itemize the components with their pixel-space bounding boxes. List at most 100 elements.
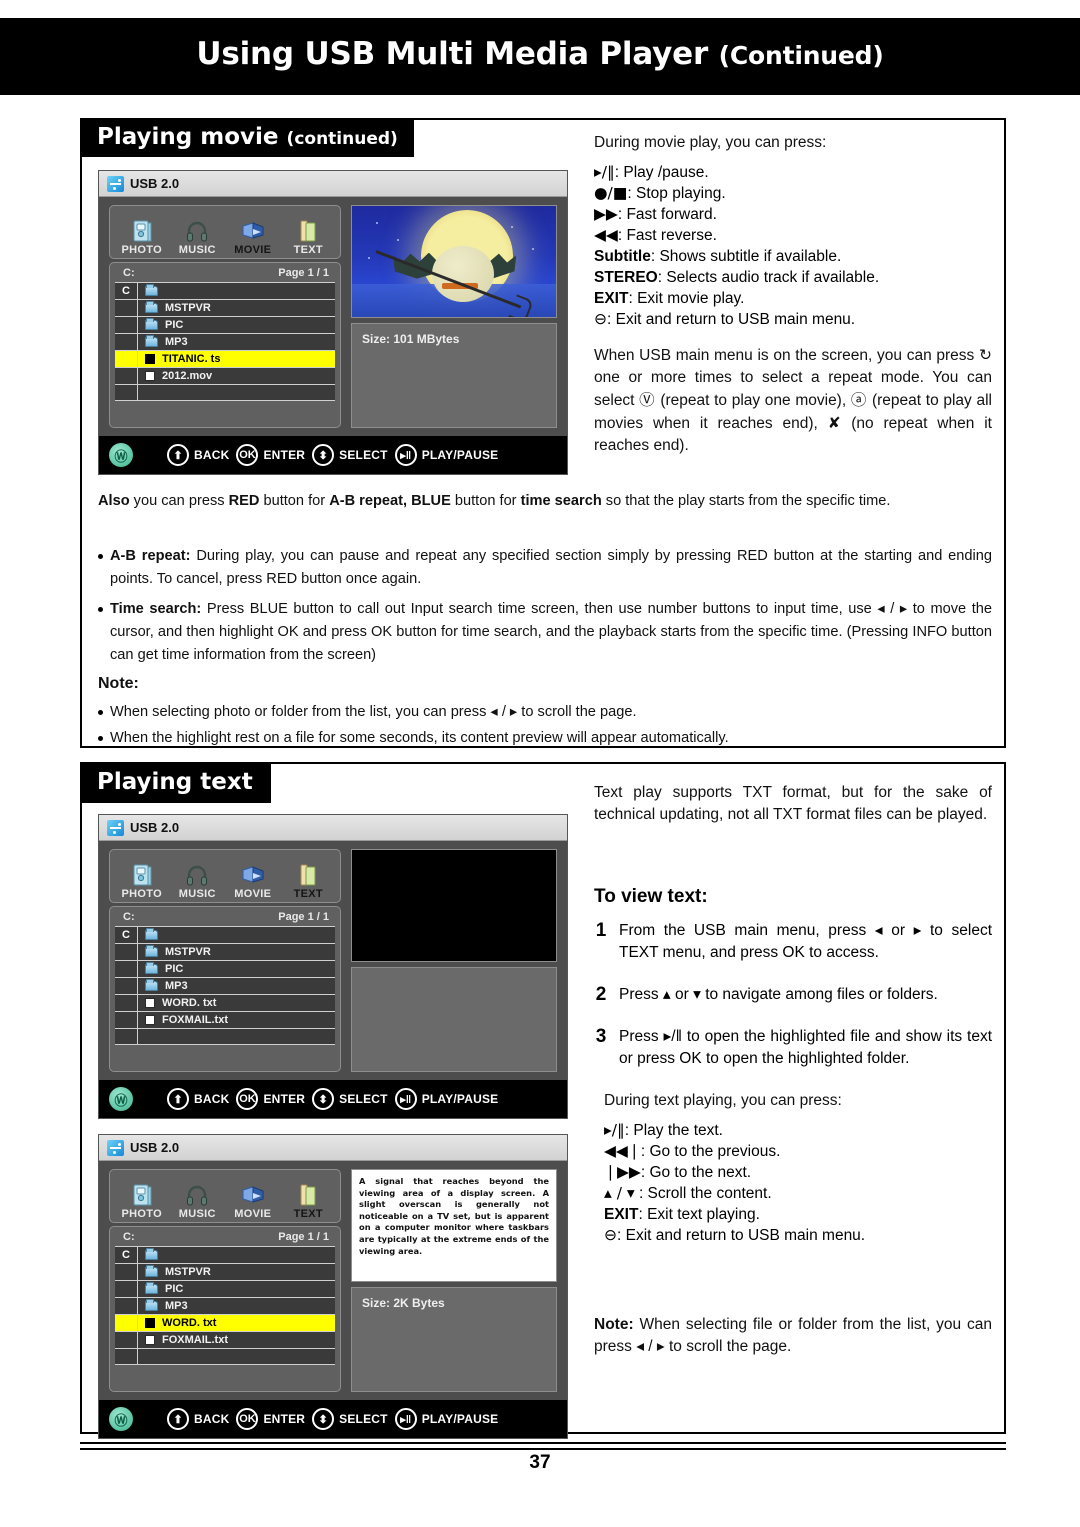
file-row[interactable]: C <box>115 1246 335 1263</box>
file-icon <box>145 1015 155 1025</box>
note-1-text: When selecting photo or folder from the … <box>110 704 637 720</box>
tab-music-label: MUSIC <box>178 244 216 256</box>
key-description: : Shows subtitle if available. <box>650 248 842 265</box>
repeat-all-icon: ⓐ <box>850 391 872 409</box>
file-row[interactable]: PIC <box>115 316 335 333</box>
file-row-name: PIC <box>138 317 335 333</box>
file-row-label: MSTPVR <box>165 946 211 958</box>
file-icon <box>145 354 155 364</box>
step-1-number: 1 <box>595 920 607 941</box>
media-tabstrip: PHOTO MUSIC MOVIE TEXT <box>109 1169 341 1223</box>
bullet-dot <box>98 607 103 612</box>
tab-photo[interactable]: PHOTO <box>115 216 169 256</box>
tab-text[interactable]: TEXT <box>281 860 335 900</box>
file-row[interactable]: MP3 <box>115 333 335 350</box>
key-legend-line: ⊖: Exit and return to USB main menu. <box>594 309 992 330</box>
file-row[interactable]: PIC <box>115 1280 335 1297</box>
key-legend-line: Subtitle: Shows subtitle if available. <box>594 246 992 267</box>
hint-enter: OK ENTER <box>236 444 305 466</box>
file-row-name: MP3 <box>138 1298 335 1314</box>
tab-text[interactable]: TEXT <box>281 1180 335 1220</box>
file-row[interactable]: C <box>115 282 335 299</box>
folder-icon <box>145 928 158 940</box>
file-row[interactable]: MSTPVR <box>115 1263 335 1280</box>
footer-rule-bottom <box>80 1448 1006 1450</box>
file-row[interactable]: C <box>115 926 335 943</box>
key-description: : Go to the previous. <box>640 1143 781 1160</box>
file-row[interactable]: MP3 <box>115 1297 335 1314</box>
file-list: C: Page 1 / 1 C MSTPVR PIC MP3 TITANIC. ts 20… <box>109 262 341 428</box>
key-glyph-icon: ❘▶▶ <box>604 1163 641 1181</box>
file-row-name: MSTPVR <box>138 1264 335 1280</box>
file-row[interactable]: WORD. txt <box>115 1314 335 1331</box>
hint-label: BACK <box>194 1412 230 1426</box>
file-row-drive-cell <box>115 944 138 960</box>
file-row-name: FOXMAIL.txt <box>138 1012 335 1028</box>
media-tabstrip: PHOTO MUSIC MOVIE TEXT <box>109 849 341 903</box>
file-row[interactable]: MSTPVR <box>115 943 335 960</box>
tv-footer-hints: Ⓦ ⬆ BACK OK ENTER ⬍ SELECT ▸‖ PLAY/PAUSE <box>99 1400 567 1438</box>
file-row-label: WORD. txt <box>162 997 217 1009</box>
file-row-name: FOXMAIL.txt <box>138 1332 335 1348</box>
file-row[interactable] <box>115 384 335 401</box>
file-row-label: MSTPVR <box>165 302 211 314</box>
file-row[interactable]: WORD. txt <box>115 994 335 1011</box>
section-playing-movie: Playing movie (continued) USB 2.0 PHOTO <box>80 118 1006 748</box>
file-row-name: WORD. txt <box>138 995 335 1011</box>
hint-list: ⬆ BACK OK ENTER ⬍ SELECT ▸‖ PLAY/PAUSE <box>167 444 498 466</box>
file-row[interactable]: FOXMAIL.txt <box>115 1011 335 1028</box>
text-content-preview: A signal that reaches beyond the viewing… <box>351 1169 557 1282</box>
tab-music[interactable]: MUSIC <box>170 216 224 256</box>
tab-movie[interactable]: MOVIE <box>226 216 280 256</box>
file-row-drive-cell <box>115 1281 138 1297</box>
file-row-name: TITANIC. ts <box>138 351 335 367</box>
tab-photo[interactable]: PHOTO <box>115 1180 169 1220</box>
key-name: EXIT <box>594 290 629 307</box>
brand-logo-icon: Ⓦ <box>109 1407 133 1431</box>
hint-glyph-icon: OK <box>236 1088 259 1110</box>
file-row[interactable]: TITANIC. ts <box>115 350 335 367</box>
tv-screenshot-text-list: USB 2.0 PHOTO MUSIC MOVIE TEXT C: Page 1… <box>98 814 568 1119</box>
text-intro: Text play supports TXT format, but for t… <box>594 784 992 823</box>
file-row-drive-cell <box>115 961 138 977</box>
tab-music[interactable]: MUSIC <box>170 1180 224 1220</box>
tab-movie[interactable]: MOVIE <box>226 860 280 900</box>
bullet-ab-body: During play, you can pause and repeat an… <box>110 548 993 587</box>
file-row[interactable]: PIC <box>115 960 335 977</box>
file-row-name <box>138 1029 335 1044</box>
file-row[interactable]: 2012.mov <box>115 367 335 384</box>
repeat-text-1: When USB main menu is on the screen, you… <box>594 347 975 364</box>
file-row[interactable] <box>115 1348 335 1365</box>
hint-enter: OK ENTER <box>236 1408 305 1430</box>
bullet-dot <box>98 710 103 715</box>
tab-text-label: TEXT <box>293 244 323 256</box>
key-glyph-icon: ▸/‖ <box>604 1121 625 1139</box>
file-row-label: PIC <box>165 319 184 331</box>
file-row-label: 2012.mov <box>162 370 213 382</box>
key-glyph-icon: ●/■ <box>594 184 628 202</box>
movie-thumbnail <box>351 205 557 318</box>
section-playing-text: Playing text USB 2.0 PHOTO MUSIC MOVIE T… <box>80 762 1006 1439</box>
file-row[interactable] <box>115 1028 335 1045</box>
tv-screenshot-movie: USB 2.0 PHOTO MUSIC MOVIE TEXT C: Page 1… <box>98 170 568 475</box>
tv-right-pane: A signal that reaches beyond the viewing… <box>351 1169 557 1392</box>
file-row[interactable]: FOXMAIL.txt <box>115 1331 335 1348</box>
usb-title-label: USB 2.0 <box>130 820 180 835</box>
media-tabstrip: PHOTO MUSIC MOVIE TEXT <box>109 205 341 259</box>
tab-text[interactable]: TEXT <box>281 216 335 256</box>
hint-glyph-icon: ▸‖ <box>394 444 417 466</box>
tab-music[interactable]: MUSIC <box>170 860 224 900</box>
usb-icon <box>107 175 124 192</box>
photo-icon <box>132 1180 152 1207</box>
bullet-ts-lead: Time search: <box>110 601 202 617</box>
key-description: : Fast reverse. <box>617 227 717 244</box>
tab-movie[interactable]: MOVIE <box>226 1180 280 1220</box>
hint-glyph-icon: OK <box>236 444 259 466</box>
file-row[interactable]: MP3 <box>115 977 335 994</box>
step-3: 3 Press ▸/‖ to open the highlighted file… <box>594 1026 992 1070</box>
hint-label: PLAY/PAUSE <box>421 1412 499 1426</box>
file-row-label: FOXMAIL.txt <box>162 1334 228 1346</box>
file-row[interactable]: MSTPVR <box>115 299 335 316</box>
section-label-text: Playing movie <box>97 124 279 150</box>
tab-photo[interactable]: PHOTO <box>115 860 169 900</box>
